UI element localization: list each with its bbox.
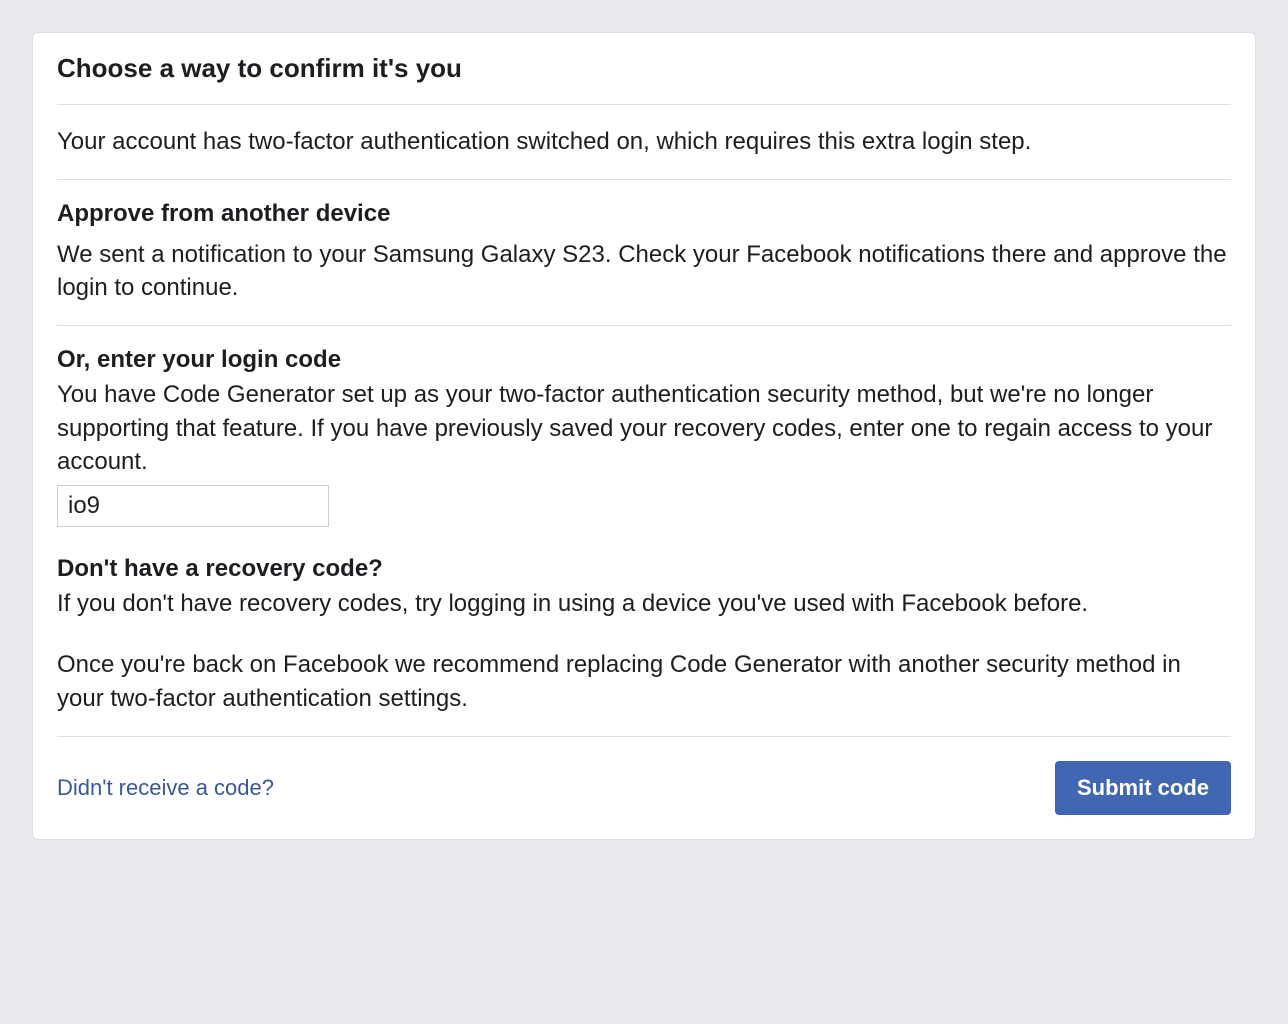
submit-code-button[interactable]: Submit code [1055, 761, 1231, 815]
resend-code-link[interactable]: Didn't receive a code? [57, 775, 274, 801]
two-factor-card: Choose a way to confirm it's you Your ac… [32, 32, 1256, 840]
approve-heading: Approve from another device [57, 200, 1231, 228]
header-section: Choose a way to confirm it's you [57, 33, 1231, 105]
no-code-text-1: If you don't have recovery codes, try lo… [57, 587, 1231, 621]
no-code-heading: Don't have a recovery code? [57, 555, 1231, 583]
login-code-input[interactable] [57, 485, 329, 527]
intro-text: Your account has two-factor authenticati… [57, 125, 1231, 159]
code-and-recovery-section: Or, enter your login code You have Code … [57, 326, 1231, 737]
card-title: Choose a way to confirm it's you [57, 53, 1231, 84]
code-entry-text: You have Code Generator set up as your t… [57, 378, 1231, 479]
code-entry-heading: Or, enter your login code [57, 346, 1231, 374]
footer-section: Didn't receive a code? Submit code [57, 737, 1231, 839]
no-code-text-2: Once you're back on Facebook we recommen… [57, 648, 1231, 715]
approve-text: We sent a notification to your Samsung G… [57, 238, 1231, 305]
approve-section: Approve from another device We sent a no… [57, 180, 1231, 326]
intro-section: Your account has two-factor authenticati… [57, 105, 1231, 180]
